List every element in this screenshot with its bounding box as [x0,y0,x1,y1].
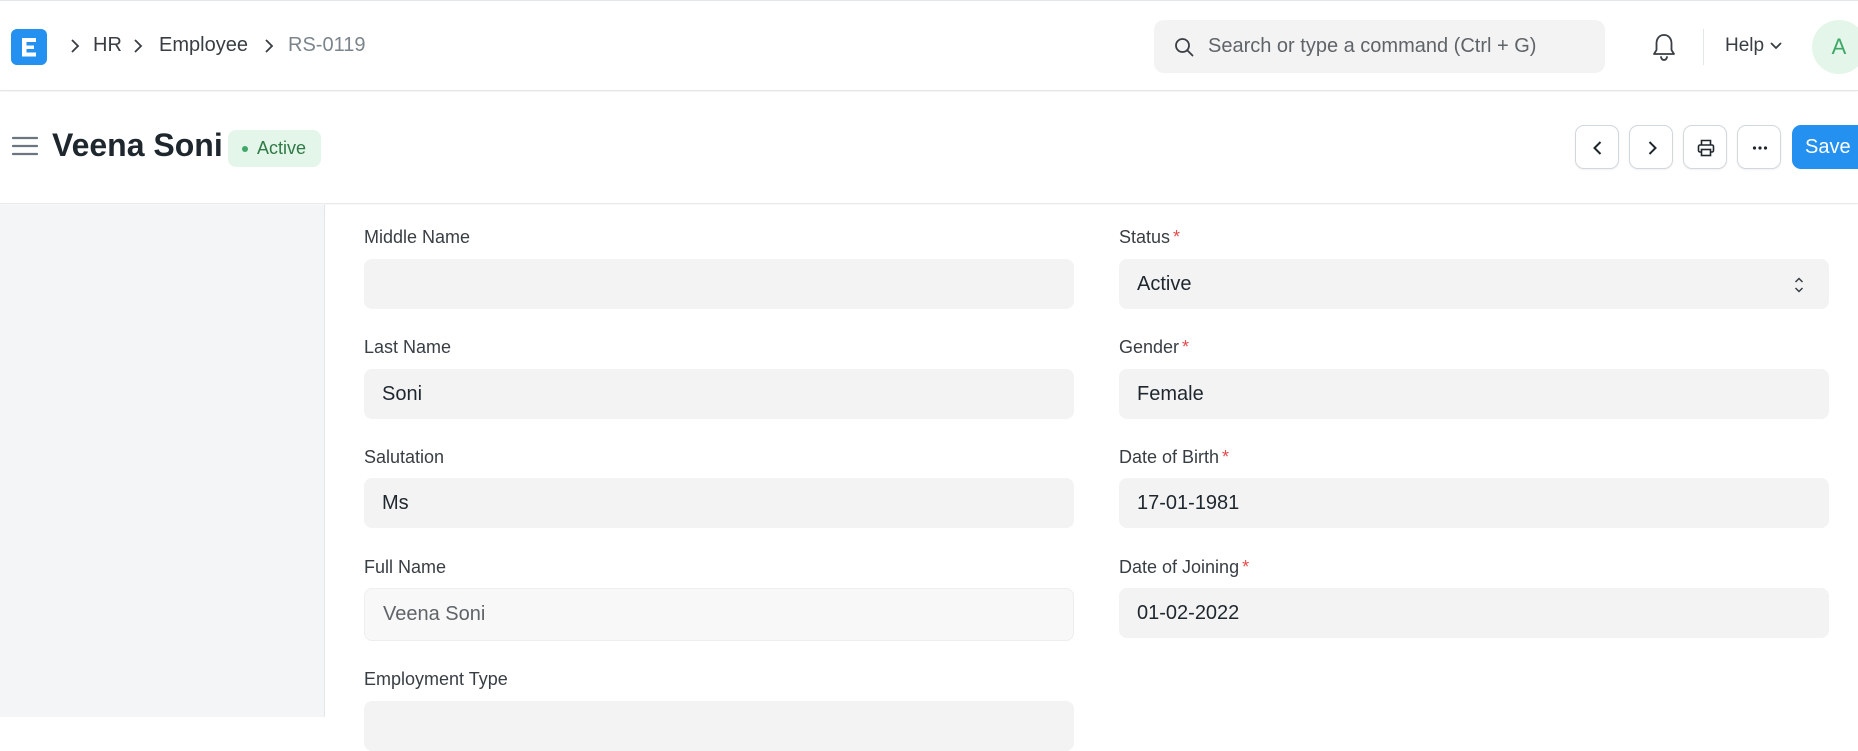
employment-type-label: Employment Type [364,669,508,689]
select-arrows-icon [1794,277,1804,293]
status-label: Status * [1119,227,1180,248]
form-sidebar [0,205,325,717]
search-bar[interactable] [1154,20,1605,73]
breadcrumb-current[interactable]: RS-0119 [288,34,365,57]
breadcrumb-hr[interactable]: HR [93,34,122,57]
required-marker: * [1182,337,1190,357]
full-name-label: Full Name [364,557,447,577]
gender-field[interactable]: Female [1119,369,1829,419]
chevron-left-icon [1593,141,1602,155]
search-input[interactable] [1208,20,1588,73]
gender-label-text: Gender [1119,337,1180,357]
required-marker: * [1222,447,1230,467]
chevron-right-icon [71,39,80,53]
status-dot [242,146,248,152]
page-title: Veena Soni [52,127,223,163]
hamburger-icon[interactable] [12,136,38,156]
status-badge-label: Active [257,138,307,158]
full-name-field: Veena Soni [364,588,1074,641]
employment-type-field[interactable] [364,701,1074,751]
breadcrumb-employee[interactable]: Employee [159,34,248,57]
search-icon [1175,38,1194,57]
print-button[interactable] [1683,125,1727,169]
navbar-divider [1703,29,1704,65]
status-badge: Active [228,130,322,167]
next-record-button[interactable] [1629,125,1673,169]
date-of-birth-field[interactable]: 17-01-1981 [1119,478,1829,528]
middle-name-field[interactable] [364,259,1074,309]
date-of-birth-label-text: Date of Birth [1119,447,1220,467]
date-of-joining-label-text: Date of Joining [1119,557,1240,577]
salutation-label: Salutation [364,447,445,467]
chevron-right-icon [1648,141,1657,155]
chevron-right-icon [134,39,143,53]
form-body: Middle Name Last Name Soni Salutation Ms… [326,205,1858,751]
middle-name-label: Middle Name [364,227,471,247]
printer-icon [1697,139,1715,157]
more-icon [1752,146,1768,150]
required-marker: * [1173,227,1181,247]
previous-record-button[interactable] [1575,125,1619,169]
more-actions-button[interactable] [1737,125,1781,169]
date-of-birth-label: Date of Birth * [1119,447,1229,468]
bell-icon[interactable] [1651,32,1677,62]
help-label: Help [1725,35,1765,56]
status-label-text: Status [1119,227,1171,247]
help-dropdown[interactable]: Help [1725,35,1782,57]
status-select[interactable]: Active [1119,259,1829,309]
date-of-joining-label: Date of Joining * [1119,557,1249,578]
gender-label: Gender * [1119,337,1189,358]
chevron-right-icon [265,39,274,53]
status-select-value: Active [1137,273,1192,295]
last-name-label: Last Name [364,337,452,357]
navbar: HR Employee RS-0119 Help A [0,0,1858,91]
avatar[interactable]: A [1812,20,1858,74]
page-header: Veena Soni Active Save [0,92,1858,204]
last-name-field[interactable]: Soni [364,369,1074,419]
salutation-field[interactable]: Ms [364,478,1074,528]
required-marker: * [1242,557,1250,577]
date-of-joining-field[interactable]: 01-02-2022 [1119,588,1829,638]
chevron-down-icon [1770,42,1782,50]
save-button[interactable]: Save [1792,125,1858,169]
app-logo-icon[interactable] [11,29,47,65]
